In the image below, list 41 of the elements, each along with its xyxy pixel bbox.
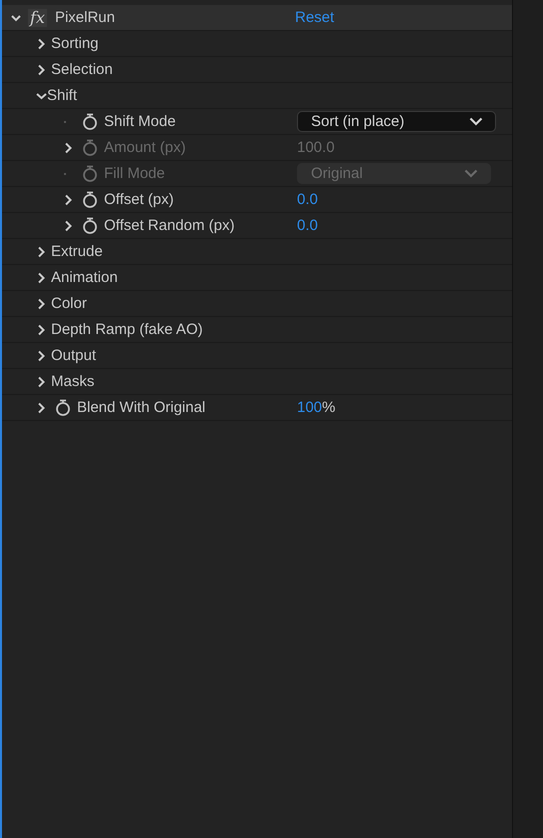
stopwatch-icon[interactable] (82, 217, 98, 234)
parameter-label: Shift Mode (104, 113, 176, 130)
expand-chevron-icon[interactable] (36, 38, 47, 50)
group-label[interactable]: Color (51, 295, 87, 312)
effect-name: PixelRun (54, 9, 115, 26)
group-label[interactable]: Masks (51, 373, 94, 390)
reset-link[interactable]: Reset (295, 9, 334, 26)
expand-chevron-icon[interactable] (36, 324, 47, 336)
fx-icon[interactable]: fx (28, 8, 47, 26)
parameter-label: Fill Mode (104, 165, 165, 182)
unit-label: % (322, 399, 336, 416)
expand-chevron-icon[interactable] (36, 272, 47, 284)
expand-chevron-icon[interactable] (36, 350, 47, 362)
caret-icon (464, 169, 478, 178)
group-label[interactable]: Selection (51, 61, 113, 78)
group-label[interactable]: Extrude (51, 243, 103, 260)
parameter-label: Offset Random (px) (104, 217, 235, 234)
group-label[interactable]: Output (51, 347, 96, 364)
caret-icon (469, 117, 483, 126)
expand-chevron-icon[interactable] (63, 194, 74, 206)
group-label[interactable]: Shift (47, 87, 78, 104)
group-label[interactable]: Animation (51, 269, 118, 286)
value-field[interactable]: 100 (297, 399, 322, 416)
expand-chevron-icon[interactable] (36, 402, 47, 414)
parameter-label: Amount (px) (104, 139, 186, 156)
expand-chevron-icon[interactable] (36, 246, 47, 258)
expand-chevron-icon[interactable] (36, 376, 47, 388)
expand-chevron-icon[interactable] (63, 142, 74, 154)
dropdown[interactable]: Sort (in place) (297, 111, 496, 132)
expand-chevron-icon[interactable] (63, 220, 74, 232)
stopwatch-icon[interactable] (82, 113, 98, 130)
parameter-label: Offset (px) (104, 191, 174, 208)
stopwatch-icon[interactable] (82, 191, 98, 208)
expand-chevron-icon[interactable] (36, 298, 47, 310)
stopwatch-icon[interactable] (55, 399, 71, 416)
group-label[interactable]: Sorting (51, 35, 99, 52)
expand-chevron-icon[interactable] (36, 64, 47, 76)
parameter-label: Blend With Original (77, 399, 206, 416)
value-field[interactable]: 0.0 (297, 217, 318, 234)
value-field[interactable]: 0.0 (297, 191, 318, 208)
group-label[interactable]: Depth Ramp (fake AO) (51, 321, 203, 338)
